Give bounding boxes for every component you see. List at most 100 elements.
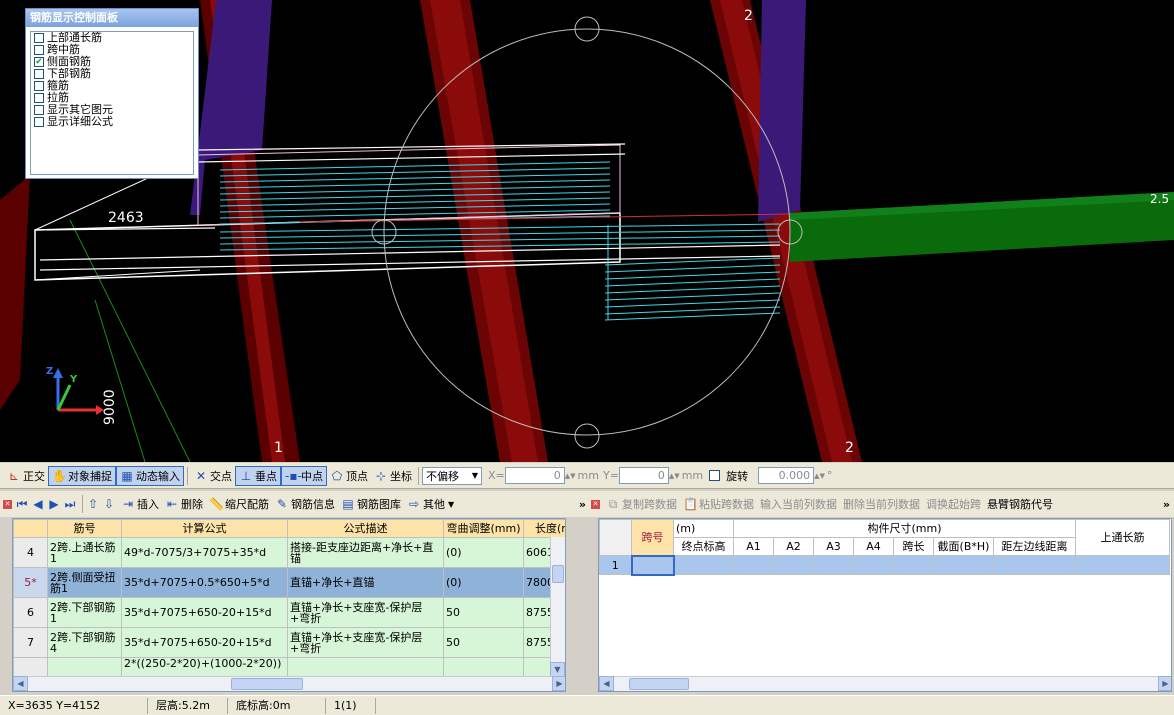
cantilever-code-button[interactable]: 悬臂钢筋代号	[984, 494, 1056, 514]
x-offset-input[interactable]: 0	[504, 467, 565, 484]
paste-span-button[interactable]: 📋 粘贴跨数据	[680, 494, 757, 514]
vertex-icon: ⬠	[331, 468, 343, 483]
scroll-right-icon[interactable]: ▶	[1158, 676, 1171, 691]
other-menu-button[interactable]: ⇨ 其他 ▼	[404, 494, 457, 514]
coordinate-icon: ⊹	[375, 468, 387, 483]
axis-label-2-bottom: 2	[845, 440, 854, 456]
horizontal-scrollbar[interactable]: ◀ ▶	[599, 676, 1171, 691]
swap-start-span-button[interactable]: 调换起始跨	[923, 494, 984, 514]
checkbox-box[interactable]	[34, 45, 44, 55]
midpoint-icon: -▪-	[285, 468, 302, 483]
spin-icon[interactable]: ▲▼	[669, 472, 680, 480]
table-row[interactable]: 4 2跨.上通长筋1 49*d-7075/3+7075+35*d 搭接-距支座边…	[13, 537, 565, 568]
snap-toolbar: ⊾ 正交 ✋ 对象捕捉 ▦ 动态输入 ✕ 交点 ⊥ 垂点 -▪- 中点 ⬠ 顶点 ⊹ 坐标 不偏…	[0, 463, 1174, 489]
chevron-down-icon: ▼	[448, 499, 455, 509]
ruler-icon: 📏	[209, 497, 224, 511]
dynamic-input-icon: ▦	[121, 468, 133, 483]
overflow-icon[interactable]: »	[1163, 498, 1170, 511]
ortho-icon: ⊾	[8, 468, 20, 483]
col-bend-adjust[interactable]: 弯曲调整(mm)	[443, 519, 524, 538]
ortho-button[interactable]: ⊾ 正交	[4, 466, 48, 486]
checkbox-box[interactable]	[34, 93, 44, 103]
horizontal-scrollbar[interactable]: ◀ ▶	[13, 676, 565, 691]
dynamic-input-button[interactable]: ▦ 动态输入	[116, 465, 184, 486]
3d-viewport[interactable]: 2463 9000 1 2 2 Z Y 2.5 钢筋显示控制面板 上部通长筋 跨…	[0, 0, 1174, 462]
scroll-thumb[interactable]	[629, 678, 689, 690]
table-row[interactable]: 7 2跨.下部钢筋4 35*d+7075+650-20+15*d 直锚+净长+支…	[13, 627, 565, 658]
cursor-coords: X=3635 Y=4152	[0, 697, 148, 714]
copy-span-button[interactable]: ⧉ 复制跨数据	[603, 494, 680, 514]
checkbox-box[interactable]	[34, 117, 44, 127]
info-icon: ✎	[276, 497, 288, 511]
move-up-icon[interactable]: ⇧	[86, 497, 100, 511]
vertical-scrollbar[interactable]: ▼	[550, 537, 565, 677]
midpoint-snap-button[interactable]: -▪- 中点	[281, 465, 327, 486]
col-rebar-no[interactable]: 筋号	[47, 519, 122, 538]
spin-icon[interactable]: ▲▼	[814, 472, 825, 480]
rotate-input[interactable]: 0.000	[758, 467, 815, 484]
scale-rebar-button[interactable]: 📏 缩尺配筋	[206, 494, 272, 514]
close-icon[interactable]: ✕	[591, 499, 600, 509]
prev-icon[interactable]: ◀	[31, 497, 45, 511]
checkbox-detail-formula[interactable]: 显示详细公式	[31, 116, 193, 128]
scroll-thumb[interactable]	[231, 678, 303, 690]
spin-icon[interactable]: ▲▼	[565, 472, 576, 480]
checkbox-box[interactable]	[34, 33, 44, 43]
col-span-no[interactable]: 跨号	[631, 519, 674, 556]
next-icon[interactable]: ▶	[47, 497, 61, 511]
perpendicular-snap-button[interactable]: ⊥ 垂点	[235, 465, 281, 486]
rebar-table-toolbar: ✕ ⏮ ◀ ▶ ⏭ ⇧ ⇩ ⇥ 插入 ⇤ 删除 📏 缩尺配筋 ✎ 钢筋信息 ▤ 钢筋图库 …	[0, 491, 590, 517]
span-table: 跨号 (m) 构件尺寸(mm) 上通长筋 终点标高 A1 A2 A3 A4 跨长…	[598, 518, 1172, 692]
col-top-long-rebar[interactable]: 上通长筋	[1075, 519, 1171, 556]
col-group-elev: (m)	[673, 519, 734, 538]
col-formula[interactable]: 计算公式	[121, 519, 288, 538]
selected-cell[interactable]	[630, 554, 675, 576]
insert-icon: ⇥	[122, 497, 134, 511]
coordinate-snap-button[interactable]: ⊹ 坐标	[371, 466, 415, 486]
input-column-button[interactable]: 输入当前列数据	[757, 494, 840, 514]
close-icon[interactable]: ✕	[3, 499, 12, 509]
first-icon[interactable]: ⏮	[15, 497, 29, 511]
checkbox-box-checked[interactable]: ✔	[34, 57, 44, 67]
copy-icon: ⧉	[608, 497, 618, 511]
rebar-grid: 筋号 计算公式 公式描述 弯曲调整(mm) 长度(m 4 2跨.上通长筋1 49…	[13, 519, 565, 688]
rebar-display-panel: 钢筋显示控制面板 上部通长筋 跨中筋 ✔ 侧面钢筋 下部钢筋 箍筋 拉筋 显示其它…	[25, 8, 199, 179]
scroll-thumb[interactable]	[552, 565, 564, 583]
scroll-down-icon[interactable]: ▼	[550, 662, 565, 677]
vertex-snap-button[interactable]: ⬠ 顶点	[327, 466, 371, 486]
y-offset-input[interactable]: 0	[618, 467, 669, 484]
elevation-label: 9000	[102, 389, 118, 425]
base-elevation: 底标高:0m	[228, 697, 326, 714]
delete-column-button[interactable]: 删除当前列数据	[840, 494, 923, 514]
scroll-left-icon[interactable]: ◀	[13, 676, 28, 691]
col-description[interactable]: 公式描述	[287, 519, 444, 538]
checkbox-box[interactable]	[34, 81, 44, 91]
rebar-library-button[interactable]: ▤ 钢筋图库	[338, 494, 404, 514]
table-row-selected[interactable]: 5* 2跨.侧面受扭筋1 35*d+7075+0.5*650+5*d 直锚+净长…	[13, 567, 565, 598]
checkbox-box[interactable]	[34, 69, 44, 79]
last-icon[interactable]: ⏭	[63, 497, 77, 511]
span-table-toolbar: ✕ ⧉ 复制跨数据 📋 粘贴跨数据 输入当前列数据 删除当前列数据 调换起始跨 悬臂…	[588, 491, 1174, 517]
overflow-icon[interactable]: »	[579, 498, 586, 511]
paste-icon: 📋	[683, 497, 698, 511]
object-snap-button[interactable]: ✋ 对象捕捉	[48, 465, 116, 486]
table-row[interactable]: 6 2跨.下部钢筋1 35*d+7075+650-20+15*d 直锚+净长+支…	[13, 597, 565, 628]
panel-title: 钢筋显示控制面板	[26, 9, 198, 27]
rebar-info-button[interactable]: ✎ 钢筋信息	[272, 494, 338, 514]
delete-button[interactable]: ⇤ 删除	[162, 494, 206, 514]
offset-dropdown[interactable]: 不偏移 ▼	[422, 466, 482, 485]
status-bar: X=3635 Y=4152 层高:5.2m 底标高:0m 1(1)	[0, 695, 1174, 715]
move-down-icon[interactable]: ⇩	[102, 497, 116, 511]
table-row-selected[interactable]: 1	[599, 554, 1171, 576]
intersection-snap-button[interactable]: ✕ 交点	[191, 466, 235, 486]
col-length[interactable]: 长度(m	[523, 519, 565, 538]
purple-column-right	[758, 0, 806, 222]
library-icon: ▤	[342, 497, 354, 511]
rotate-checkbox[interactable]	[709, 470, 721, 481]
rebar-table: 筋号 计算公式 公式描述 弯曲调整(mm) 长度(m 4 2跨.上通长筋1 49…	[12, 518, 566, 692]
scroll-left-icon[interactable]: ◀	[599, 676, 614, 691]
insert-button[interactable]: ⇥ 插入	[118, 494, 162, 514]
page-indicator: 1(1)	[326, 697, 376, 714]
scroll-right-icon[interactable]: ▶	[552, 676, 565, 691]
checkbox-box[interactable]	[34, 105, 44, 115]
